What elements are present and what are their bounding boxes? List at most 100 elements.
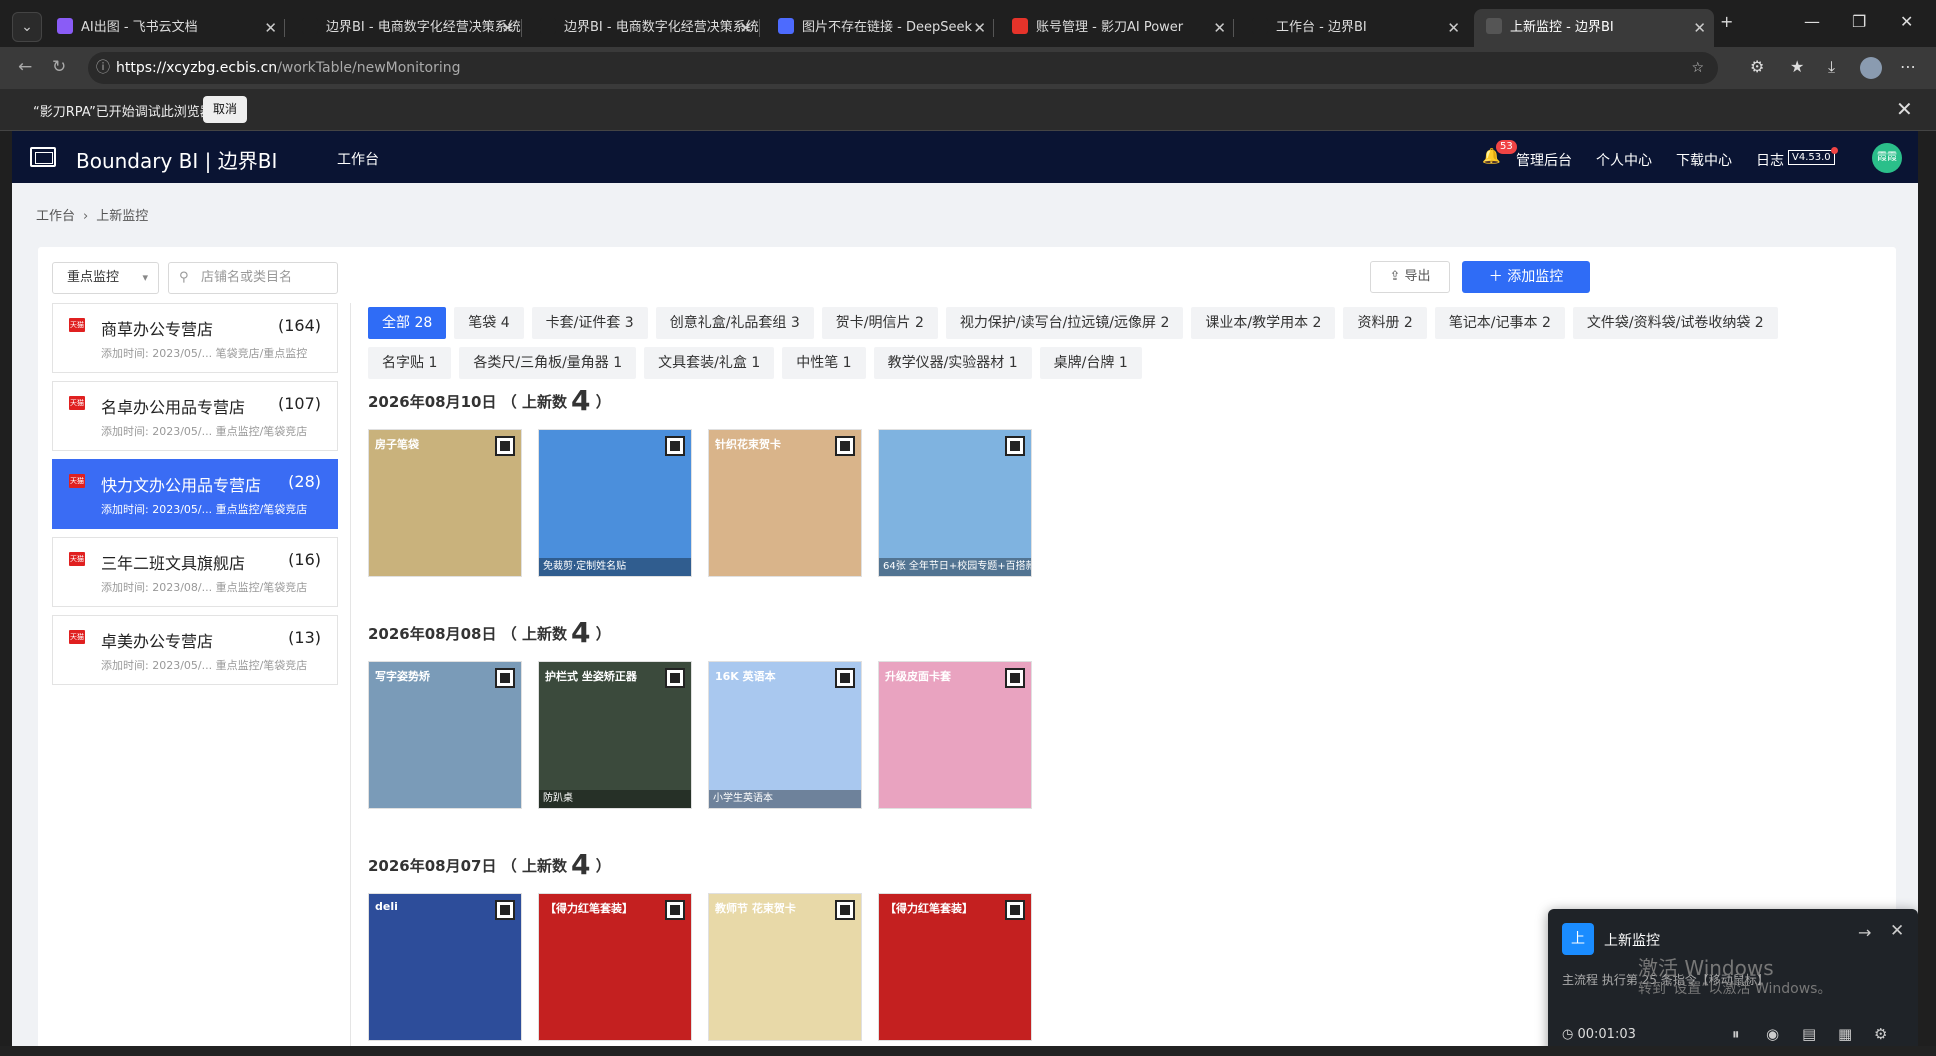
tab-close-icon[interactable]: ✕ xyxy=(1213,9,1226,47)
back-icon[interactable]: ← xyxy=(18,57,32,77)
breadcrumb-home[interactable]: 工作台 xyxy=(36,209,75,224)
log-doc-icon[interactable]: ▤ xyxy=(1802,1025,1816,1043)
qr-code-icon[interactable] xyxy=(665,668,685,688)
profile-avatar[interactable] xyxy=(1860,57,1882,79)
shop-item[interactable]: 天猫 名卓办公用品专营店 (107) 添加时间: 2023/05/... 重点监控/笔… xyxy=(52,381,338,451)
category-chip[interactable]: 各类尺/三角板/量角器 1 xyxy=(459,347,637,379)
category-chip[interactable]: 文具套装/礼盒 1 xyxy=(644,347,775,379)
minimize-icon[interactable]: — xyxy=(1804,12,1820,31)
shop-search-input[interactable]: ⚲ 店铺名或类目名 xyxy=(168,262,338,294)
category-chip[interactable]: 全部 28 xyxy=(368,307,447,339)
product-thumbnail[interactable]: 16K 英语本 小学生英语本 xyxy=(708,661,862,809)
product-thumbnail[interactable]: 【得力红笔套装】 xyxy=(878,893,1032,1041)
pause-icon[interactable]: ⏸ xyxy=(1732,1025,1740,1043)
shop-item[interactable]: 天猫 三年二班文具旗舰店 (16) 添加时间: 2023/08/... 重点监控/笔袋… xyxy=(52,537,338,607)
nav-admin[interactable]: 管理后台 xyxy=(1516,150,1572,170)
nav-download[interactable]: 下载中心 xyxy=(1676,150,1732,170)
category-chip[interactable]: 笔袋 4 xyxy=(454,307,524,339)
shop-item[interactable]: 天猫 卓美办公专营店 (13) 添加时间: 2023/05/... 重点监控/笔袋竞店 xyxy=(52,615,338,685)
tab-list-dropdown[interactable]: ⌄ xyxy=(12,12,42,42)
tab-close-icon[interactable]: ✕ xyxy=(501,9,514,47)
reload-icon[interactable]: ↻ xyxy=(52,57,66,77)
tab-close-icon[interactable]: ✕ xyxy=(973,9,986,47)
product-thumbnail[interactable]: 护栏式 坐姿矫正器 防趴桌 xyxy=(538,661,692,809)
browser-tab-6[interactable]: 工作台 - 边界BI ✕ xyxy=(1240,9,1468,47)
infobar-cancel-button[interactable]: 取消 xyxy=(203,96,247,123)
close-window-icon[interactable]: ✕ xyxy=(1900,12,1913,31)
tab-close-icon[interactable]: ✕ xyxy=(1447,9,1460,47)
category-chip[interactable]: 教学仪器/实验器材 1 xyxy=(873,347,1032,379)
category-chip[interactable]: 视力保护/读写台/拉远镜/远像屏 2 xyxy=(945,307,1184,339)
category-chip[interactable]: 文件袋/资料袋/试卷收纳袋 2 xyxy=(1572,307,1778,339)
product-thumbnail[interactable]: 房子笔袋 xyxy=(368,429,522,577)
browser-tab-4[interactable]: 图片不存在链接 - DeepSeek ✕ xyxy=(766,9,994,47)
qr-code-icon[interactable] xyxy=(835,668,855,688)
qr-code-icon[interactable] xyxy=(495,900,515,920)
stop-icon[interactable]: ◉ xyxy=(1766,1025,1779,1043)
more-menu-icon[interactable]: ⋯ xyxy=(1900,57,1916,76)
category-chip[interactable]: 课业本/教学用本 2 xyxy=(1191,307,1336,339)
qr-code-icon[interactable] xyxy=(665,900,685,920)
category-chip[interactable]: 桌牌/台牌 1 xyxy=(1039,347,1142,379)
product-thumbnail[interactable]: deli xyxy=(368,893,522,1041)
product-thumbnail[interactable]: 针织花束贺卡 xyxy=(708,429,862,577)
nav-personal[interactable]: 个人中心 xyxy=(1596,150,1652,170)
favorite-star-icon[interactable]: ☆ xyxy=(1691,52,1704,84)
group-date: 2026年08月07日 xyxy=(368,857,497,875)
search-placeholder: 店铺名或类目名 xyxy=(201,270,293,285)
favorites-icon[interactable]: ★ xyxy=(1790,57,1804,76)
qr-code-icon[interactable] xyxy=(1005,436,1025,456)
browser-tab-7[interactable]: 上新监控 - 边界BI ✕ xyxy=(1474,9,1714,47)
arrow-right-icon[interactable]: → xyxy=(1858,923,1871,942)
product-thumbnail[interactable]: 升级皮面卡套 xyxy=(878,661,1032,809)
url-field[interactable]: ⓘ https://xcyzbg.ecbis.cn/workTable/newM… xyxy=(88,52,1718,84)
user-avatar[interactable]: 霞霞 xyxy=(1872,143,1902,173)
qr-code-icon[interactable] xyxy=(495,436,515,456)
shop-item[interactable]: 天猫 商草办公专营店 (164) 添加时间: 2023/05/... 笔袋竞店/重点监… xyxy=(52,303,338,373)
browser-tab-1[interactable]: AI出图 - 飞书云文档 ✕ xyxy=(45,9,285,47)
qr-code-icon[interactable] xyxy=(835,900,855,920)
category-chip[interactable]: 创意礼盒/礼品套组 3 xyxy=(655,307,814,339)
export-button[interactable]: ⇪ 导出 xyxy=(1370,261,1450,293)
qr-code-icon[interactable] xyxy=(495,668,515,688)
category-chip[interactable]: 笔记本/记事本 2 xyxy=(1434,307,1565,339)
product-thumbnail[interactable]: 免裁剪·定制姓名贴 xyxy=(538,429,692,577)
product-thumbnail[interactable]: 【得力红笔套装】 xyxy=(538,893,692,1041)
nav-workbench[interactable]: 工作台 xyxy=(337,149,379,169)
add-monitor-button[interactable]: ＋ 添加监控 xyxy=(1462,261,1590,293)
category-chip[interactable]: 名字贴 1 xyxy=(368,347,452,379)
nav-log[interactable]: 日志 xyxy=(1756,150,1784,170)
product-thumbnail[interactable]: 64张 全年节日+校园专题+百搭款 xyxy=(878,429,1032,577)
product-thumbnail[interactable]: 写字姿势矫 xyxy=(368,661,522,809)
category-chip[interactable]: 中性笔 1 xyxy=(782,347,866,379)
new-tab-icon[interactable]: + xyxy=(1720,12,1733,31)
plus-icon: ＋ xyxy=(1488,269,1508,285)
qr-code-icon[interactable] xyxy=(1005,668,1025,688)
category-chip[interactable]: 贺卡/明信片 2 xyxy=(821,307,938,339)
thumb-title: 升级皮面卡套 xyxy=(885,670,951,683)
shop-meta: 添加时间: 2023/05/... 笔袋竞店/重点监控 xyxy=(101,347,308,360)
table-icon[interactable]: ▦ xyxy=(1838,1025,1852,1043)
tab-close-icon[interactable]: ✕ xyxy=(739,9,752,47)
browser-tab-3[interactable]: 边界BI - 电商数字化经营决策系统 ✕ xyxy=(528,9,760,47)
shop-item[interactable]: 天猫 快力文办公用品专营店 (28) 添加时间: 2023/05/... 重点监控/笔… xyxy=(52,459,338,529)
tab-close-icon[interactable]: ✕ xyxy=(264,9,277,47)
settings-icon[interactable]: ⚙ xyxy=(1874,1025,1887,1043)
qr-code-icon[interactable] xyxy=(835,436,855,456)
filter-select[interactable]: 重点监控 ▾ xyxy=(52,262,159,294)
category-chip[interactable]: 卡套/证件套 3 xyxy=(531,307,648,339)
extensions-icon[interactable]: ⚙ xyxy=(1750,57,1764,76)
toast-close-icon[interactable]: ✕ xyxy=(1890,921,1904,941)
maximize-icon[interactable]: ❐ xyxy=(1852,12,1866,31)
product-thumbnail[interactable]: 教师节 花束贺卡 xyxy=(708,893,862,1041)
category-chip[interactable]: 资料册 2 xyxy=(1343,307,1427,339)
infobar-close-icon[interactable]: ✕ xyxy=(1896,97,1913,121)
browser-tab-2[interactable]: 边界BI - 电商数字化经营决策系统 ✕ xyxy=(290,9,522,47)
qr-code-icon[interactable] xyxy=(665,436,685,456)
thumb-title: 针织花束贺卡 xyxy=(715,438,781,451)
downloads-icon[interactable]: ⤓ xyxy=(1828,57,1835,77)
site-info-icon[interactable]: ⓘ xyxy=(96,52,110,84)
browser-tab-5[interactable]: 账号管理 - 影刀AI Power ✕ xyxy=(1000,9,1234,47)
tab-close-icon[interactable]: ✕ xyxy=(1693,9,1706,47)
qr-code-icon[interactable] xyxy=(1005,900,1025,920)
